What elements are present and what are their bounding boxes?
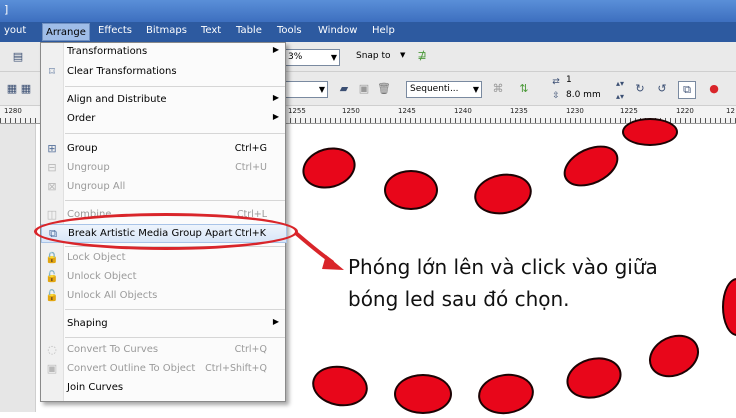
instruction-line-2: bóng led sau đó chọn. (348, 287, 570, 311)
chevron-down-icon[interactable]: ▼ (400, 51, 405, 59)
stop-icon[interactable]: ● (706, 81, 722, 97)
chevron-right-icon: ▶ (272, 317, 279, 326)
menu-item-ungroup-all[interactable]: ⊠ Ungroup All (41, 178, 287, 197)
lock-icon: 🔒 (45, 251, 59, 264)
shape-icon[interactable]: ⌘ (490, 81, 506, 97)
ruler-label: 1225 (620, 107, 638, 115)
convert-curves-icon: ◌ (47, 343, 57, 356)
menu-item-unlock-object[interactable]: 🔓 Unlock Object (41, 268, 287, 287)
ungroup-icon: ⊟ (47, 161, 57, 174)
nudge-value[interactable]: 1 (566, 75, 572, 85)
object-picker-icon[interactable]: ▦ (18, 81, 34, 97)
chevron-right-icon: ▶ (272, 93, 279, 102)
instruction-line-1: Phóng lớn lên và click vào giữa (348, 255, 658, 279)
chevron-down-icon: ▼ (472, 85, 479, 94)
rotate-path-icon[interactable]: ↺ (654, 81, 670, 97)
led-ellipse[interactable] (622, 118, 678, 146)
chevron-down-icon: ▼ (318, 85, 325, 94)
size-value[interactable]: 8.0 mm (566, 90, 601, 100)
chevron-right-icon: ▶ (272, 112, 279, 121)
sequence-value: Sequenti... (410, 84, 459, 94)
menu-layout[interactable]: yout (4, 25, 26, 36)
ruler-label: 1240 (454, 107, 472, 115)
menu-item-align-distribute[interactable]: Align and Distribute ▶ (41, 91, 287, 110)
group-icon: ⊞ (47, 142, 57, 155)
fit-icon[interactable]: ⧉ (678, 81, 696, 99)
menu-item-lock-object[interactable]: 🔒 Lock Object (41, 249, 287, 268)
menu-separator (65, 86, 285, 87)
unlock-all-icon: 🔓 (45, 289, 59, 302)
menu-item-join-curves[interactable]: Join Curves (41, 379, 287, 398)
app-icon: ] (4, 3, 9, 16)
zoom-level-value: 3% (288, 52, 303, 62)
led-ellipse[interactable] (384, 170, 438, 210)
save-icon[interactable]: ▣ (356, 81, 372, 97)
ruler-label: 1280 (4, 107, 22, 115)
property-select[interactable]: ▼ (284, 81, 328, 98)
new-document-icon[interactable]: ▤ (10, 49, 26, 65)
menu-separator (65, 337, 285, 338)
spacing-icon[interactable]: ⇅ (516, 81, 532, 97)
menu-text[interactable]: Text (201, 25, 221, 36)
menu-effects[interactable]: Effects (98, 25, 132, 36)
spin-down-icon[interactable]: ▴▾ (612, 89, 628, 105)
ungroup-all-icon: ⊠ (47, 180, 57, 193)
menu-tools[interactable]: Tools (277, 25, 302, 36)
menu-bar: yout Arrange Effects Bitmaps Text Table … (0, 22, 736, 42)
highlight-oval (34, 213, 298, 250)
menu-arrange[interactable]: Arrange (42, 23, 90, 41)
options-icon[interactable]: ⋣ (414, 48, 430, 64)
snap-to-dropdown[interactable]: Snap to (356, 51, 391, 61)
menu-item-ungroup[interactable]: ⊟ Ungroup Ctrl+U (41, 159, 287, 178)
menu-item-convert-to-curves[interactable]: ◌ Convert To Curves Ctrl+Q (41, 341, 287, 360)
sequence-select[interactable]: Sequenti... ▼ (406, 81, 482, 98)
title-bar: ] (0, 0, 736, 22)
rotate-icon[interactable]: ↻ (632, 81, 648, 97)
open-folder-icon[interactable]: ▰ (336, 81, 352, 97)
menu-separator (65, 200, 285, 201)
menu-item-unlock-all[interactable]: 🔓 Unlock All Objects (41, 287, 287, 306)
menu-item-shaping[interactable]: Shaping ▶ (41, 315, 287, 334)
ruler-label: 1255 (288, 107, 306, 115)
chevron-down-icon: ▼ (330, 53, 337, 62)
delete-icon[interactable]: 🗑 (376, 81, 392, 97)
clear-transform-icon: ⌑ (49, 65, 55, 78)
ruler-label: 1250 (342, 107, 360, 115)
menu-item-clear-transformations[interactable]: ⌑ Clear Transformations (41, 63, 287, 82)
menu-window[interactable]: Window (318, 25, 357, 36)
menu-item-group[interactable]: ⊞ Group Ctrl+G (41, 140, 287, 159)
convert-outline-icon: ▣ (46, 362, 58, 375)
zoom-level-select[interactable]: 3% ▼ (284, 49, 340, 66)
ruler-label: 1245 (398, 107, 416, 115)
menu-item-transformations[interactable]: Transformations ▶ (41, 43, 287, 62)
menu-help[interactable]: Help (372, 25, 395, 36)
toolbox (0, 124, 36, 412)
ruler-label: 1230 (566, 107, 584, 115)
menu-item-convert-outline[interactable]: ▣ Convert Outline To Object Ctrl+Shift+Q (41, 360, 287, 379)
menu-item-order[interactable]: Order ▶ (41, 110, 287, 129)
ruler-label: 12 (726, 107, 735, 115)
unlock-icon: 🔓 (45, 270, 59, 283)
chevron-right-icon: ▶ (272, 45, 279, 54)
ruler-label: 1235 (510, 107, 528, 115)
size-icon: ⇳ (552, 91, 560, 101)
menu-bitmaps[interactable]: Bitmaps (146, 25, 187, 36)
led-ellipse[interactable] (394, 374, 452, 414)
menu-separator (65, 133, 285, 134)
menu-separator (65, 309, 285, 310)
menu-table[interactable]: Table (236, 25, 262, 36)
ruler-label: 1220 (676, 107, 694, 115)
